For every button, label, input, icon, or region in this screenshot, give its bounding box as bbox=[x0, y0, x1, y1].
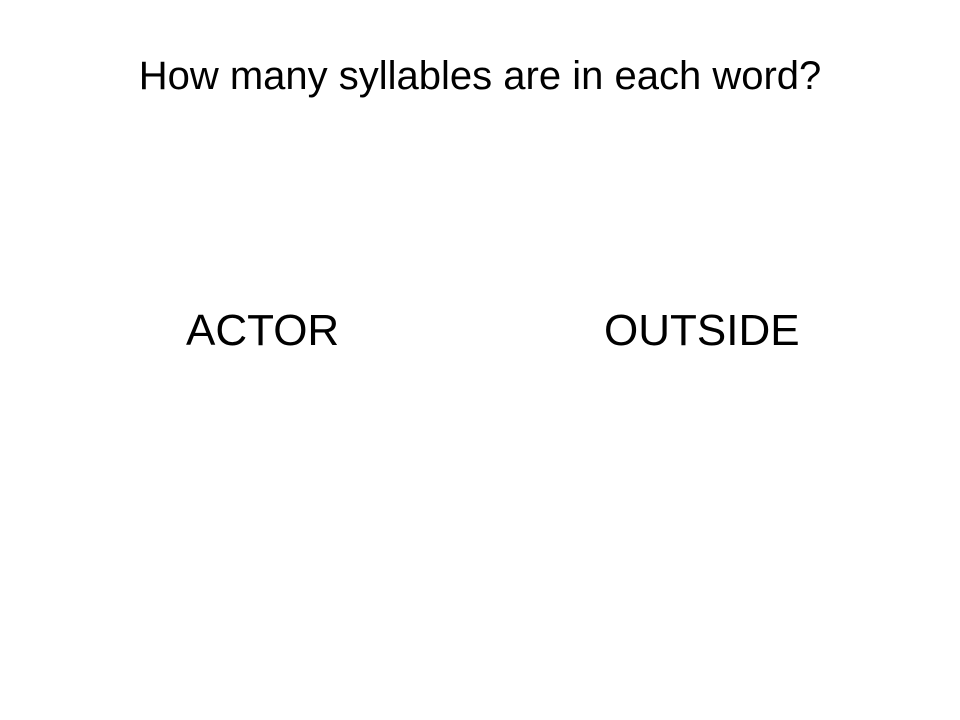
word-actor: ACTOR bbox=[186, 306, 340, 355]
slide-title: How many syllables are in each word? bbox=[138, 54, 822, 98]
slide: How many syllables are in each word? ACT… bbox=[0, 0, 960, 720]
word-outside: OUTSIDE bbox=[604, 306, 800, 355]
